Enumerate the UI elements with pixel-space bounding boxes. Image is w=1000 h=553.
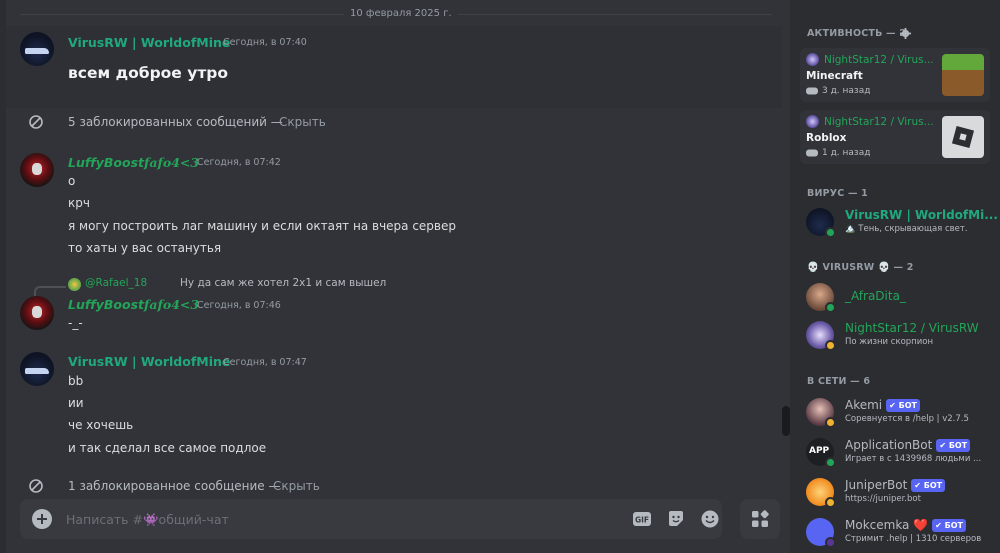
add-attachment-button[interactable] bbox=[32, 509, 52, 529]
avatar[interactable] bbox=[20, 352, 54, 386]
member-item[interactable]: APP ApplicationBot ✔ БОТ Играет в с 14399… bbox=[800, 435, 990, 471]
member-item[interactable]: VirusRW | WorldofMi... 🏔️ Тень, скрывающ… bbox=[800, 205, 998, 241]
section-title-virus: ВИРУС — 1 bbox=[807, 188, 868, 199]
message-text: я могу построить лаг машину и если октая… bbox=[68, 219, 456, 233]
member-item[interactable]: NightStar12 / VirusRW По жизни скорпион bbox=[800, 318, 990, 354]
message-text: всем доброе утро bbox=[68, 64, 229, 82]
message-text: то хаты у вас останутья bbox=[68, 241, 222, 255]
member-status-text: 🏔️ Тень, скрывающая свет. bbox=[845, 224, 968, 234]
message-timestamp: Сегодня, в 07:40 bbox=[223, 37, 307, 48]
avatar bbox=[806, 53, 819, 66]
member-name: Mokcemka ❤️ ✔ БОТ bbox=[845, 518, 967, 532]
reply-avatar bbox=[68, 278, 81, 291]
status-idle-icon bbox=[825, 340, 836, 351]
minecraft-icon bbox=[942, 54, 984, 96]
blocked-messages-row: 5 заблокированных сообщений — Скрыть bbox=[28, 114, 348, 132]
member-item[interactable]: _AfraDita_ bbox=[800, 280, 990, 316]
roblox-icon bbox=[942, 116, 984, 158]
bot-badge: ✔ БОТ bbox=[932, 519, 967, 532]
avatar[interactable] bbox=[20, 32, 54, 66]
chat-scrollbar-thumb[interactable] bbox=[782, 406, 790, 436]
message-text: ии bbox=[68, 396, 84, 410]
gamepad-icon bbox=[806, 149, 818, 157]
member-list: АКТИВНОСТЬ — 2 NightStar12 / Virus... Mi… bbox=[790, 0, 1000, 553]
message-author[interactable]: 𝙇𝙪𝙛𝙛𝙮𝘽𝙤𝙤𝙨𝙩fafo4<3 bbox=[68, 297, 199, 312]
bot-badge: ✔ БОТ bbox=[911, 479, 946, 492]
status-online-icon bbox=[825, 302, 836, 313]
member-name: Akemi ✔ БОТ bbox=[845, 398, 920, 412]
activity-user: NightStar12 / Virus... bbox=[824, 116, 934, 128]
activity-time: 3 д. назад bbox=[822, 86, 871, 96]
member-name: JuniperBot ✔ БОТ bbox=[845, 478, 946, 492]
message-text: о bbox=[68, 174, 76, 188]
bot-badge: ✔ БОТ bbox=[886, 399, 920, 412]
blocked-icon bbox=[29, 479, 43, 493]
message-author[interactable]: VirusRW | WorldofMine bbox=[68, 35, 230, 50]
blocked-icon bbox=[29, 115, 43, 129]
date-divider: 10 февраля 2025 г. bbox=[344, 8, 458, 19]
reply-connector bbox=[34, 286, 66, 296]
activity-game: Minecraft bbox=[806, 70, 863, 82]
section-title-virusrw: 💀 VIRUSRW 💀 — 2 bbox=[807, 262, 914, 273]
member-name: VirusRW | WorldofMi... bbox=[845, 208, 998, 222]
message-timestamp: Сегодня, в 07:42 bbox=[197, 157, 281, 168]
reply-author[interactable]: @Rafael_18 bbox=[85, 277, 147, 289]
message-author[interactable]: 𝙇𝙪𝙛𝙛𝙮𝘽𝙤𝙤𝙨𝙩fafo4<3 bbox=[68, 155, 199, 170]
status-idle-icon bbox=[825, 417, 836, 428]
blocked-count: 5 заблокированных сообщений — bbox=[68, 115, 283, 129]
status-online-icon bbox=[825, 457, 836, 468]
gear-icon[interactable] bbox=[900, 28, 911, 39]
activity-card[interactable]: NightStar12 / Virus... Minecraft 3 д. на… bbox=[800, 48, 990, 102]
status-online-icon bbox=[825, 227, 836, 238]
message-timestamp: Сегодня, в 07:47 bbox=[223, 357, 307, 368]
avatar[interactable] bbox=[20, 153, 54, 187]
avatar[interactable] bbox=[20, 296, 54, 330]
activity-game: Roblox bbox=[806, 132, 847, 144]
reply-preview[interactable]: Ну да сам же хотел 2х1 и сам вышел bbox=[180, 277, 386, 289]
member-status-text: Соревнуется в /help | v2.7.5 bbox=[845, 414, 969, 424]
member-status-text: https://juniper.bot bbox=[845, 494, 921, 504]
message-author[interactable]: VirusRW | WorldofMine bbox=[68, 354, 230, 369]
message-input[interactable] bbox=[66, 510, 586, 528]
message-text: и так сделал все самое подлое bbox=[68, 441, 267, 455]
bot-badge: ✔ БОТ bbox=[936, 439, 971, 452]
sticker-icon[interactable] bbox=[666, 509, 686, 529]
gamepad-icon bbox=[806, 87, 818, 95]
message-text: крч bbox=[68, 196, 90, 210]
message-composer: GIF bbox=[20, 499, 722, 539]
avatar bbox=[806, 115, 819, 128]
member-item[interactable]: JuniperBot ✔ БОТ https://juniper.bot bbox=[800, 475, 990, 511]
status-streaming-icon bbox=[825, 537, 836, 548]
blocked-messages-row: 1 заблокированное сообщение — Скрыть bbox=[28, 478, 348, 496]
section-title-online: В СЕТИ — 6 bbox=[807, 376, 871, 387]
apps-icon bbox=[752, 510, 769, 527]
message-text: bb bbox=[68, 374, 84, 388]
blocked-count: 1 заблокированное сообщение — bbox=[68, 479, 281, 493]
gif-icon[interactable]: GIF bbox=[632, 509, 652, 529]
member-item[interactable]: Mokcemka ❤️ ✔ БОТ Стримит .help | 1310 се… bbox=[800, 515, 990, 551]
status-idle-icon bbox=[825, 497, 836, 508]
member-item[interactable]: Akemi ✔ БОТ Соревнуется в /help | v2.7.5 bbox=[800, 395, 990, 431]
member-status-text: Стримит .help | 1310 серверов bbox=[845, 534, 982, 544]
member-name: ApplicationBot ✔ БОТ bbox=[845, 438, 971, 452]
hide-blocked-link[interactable]: Скрыть bbox=[279, 115, 326, 129]
member-status-text: По жизни скорпион bbox=[845, 337, 934, 347]
member-name: _AfraDita_ bbox=[845, 289, 906, 303]
message-text: -_- bbox=[68, 316, 83, 330]
member-name: NightStar12 / VirusRW bbox=[845, 321, 979, 335]
chat-panel: 10 февраля 2025 г. VirusRW | WorldofMine… bbox=[0, 0, 790, 553]
activity-time: 1 д. назад bbox=[822, 148, 871, 158]
hide-blocked-link[interactable]: Скрыть bbox=[273, 479, 320, 493]
emoji-icon[interactable] bbox=[700, 509, 720, 529]
activity-card[interactable]: NightStar12 / Virus... Roblox 1 д. назад bbox=[800, 110, 990, 164]
message-text: че хочешь bbox=[68, 418, 134, 432]
member-status-text: Играет в с 1439968 людьми ... bbox=[845, 454, 982, 464]
activity-user: NightStar12 / Virus... bbox=[824, 54, 934, 66]
apps-button[interactable] bbox=[740, 499, 780, 539]
section-title-activity: АКТИВНОСТЬ — 2 bbox=[807, 28, 907, 39]
svg-text:GIF: GIF bbox=[635, 516, 649, 525]
message-timestamp: Сегодня, в 07:46 bbox=[197, 300, 281, 311]
